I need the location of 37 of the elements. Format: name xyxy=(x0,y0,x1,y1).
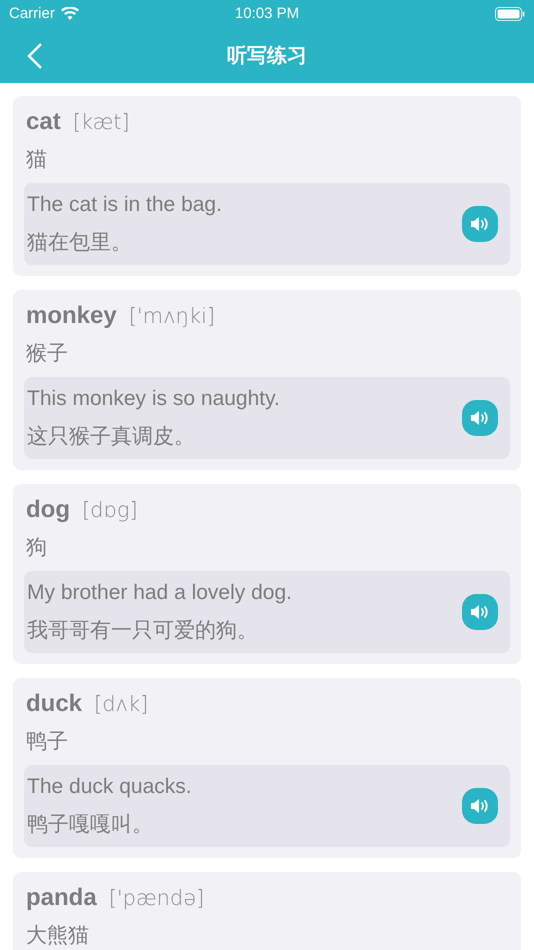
page-title: 听写练习 xyxy=(227,44,307,68)
speaker-button[interactable] xyxy=(462,206,498,242)
phonetic-label: ['pændə] xyxy=(108,885,204,912)
word-label: dog xyxy=(26,496,70,524)
word-label: panda xyxy=(26,884,97,912)
phonetic-label: [dɒg] xyxy=(82,497,138,524)
word-label: monkey xyxy=(26,302,117,330)
speaker-icon xyxy=(470,215,490,233)
example-translation: 鸭子嘎嘎叫。 xyxy=(27,812,154,838)
example-translation: 这只猴子真调皮。 xyxy=(27,424,196,450)
speaker-button[interactable] xyxy=(462,788,498,824)
meaning-label: 猴子 xyxy=(25,341,69,367)
example-sentence: This monkey is so naughty. xyxy=(27,386,281,412)
speaker-icon xyxy=(470,409,490,427)
wifi-icon xyxy=(60,7,79,21)
example-translation: 猫在包里。 xyxy=(27,230,133,256)
example-translation: 我哥哥有一只可爱的狗。 xyxy=(27,618,259,644)
word-label: duck xyxy=(26,690,82,718)
clock-label: 10:03 PM xyxy=(234,4,300,24)
phonetic-label: ['mʌŋki] xyxy=(128,303,216,330)
example-sentence: The duck quacks. xyxy=(27,774,193,800)
word-label: cat xyxy=(26,108,61,136)
meaning-label: 鸭子 xyxy=(25,729,69,755)
speaker-button[interactable] xyxy=(462,594,498,630)
battery-icon xyxy=(495,7,525,21)
meaning-label: 大熊猫 xyxy=(25,923,90,949)
back-icon xyxy=(26,42,44,70)
phonetic-label: [kæt] xyxy=(72,109,130,136)
example-sentence: The cat is in the bag. xyxy=(27,192,223,218)
speaker-icon xyxy=(470,797,490,815)
example-sentence: My brother had a lovely dog. xyxy=(27,580,293,606)
meaning-label: 猫 xyxy=(25,147,48,173)
speaker-button[interactable] xyxy=(462,400,498,436)
meaning-label: 狗 xyxy=(25,535,48,561)
speaker-icon xyxy=(470,603,490,621)
phonetic-label: [dʌk] xyxy=(94,691,148,718)
carrier-label: Carrier xyxy=(9,4,55,24)
